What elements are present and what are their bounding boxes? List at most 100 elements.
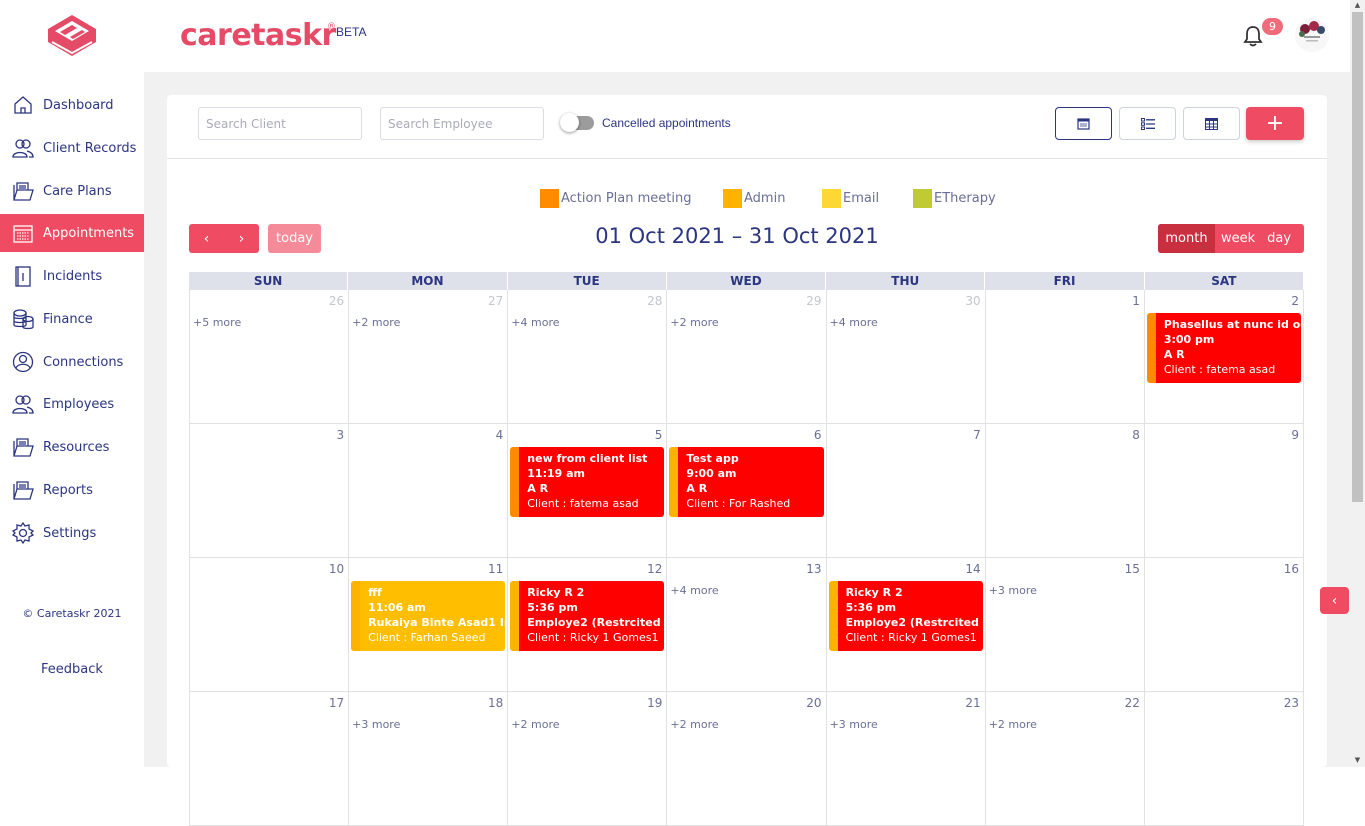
day-number[interactable]: 9 [1291, 428, 1299, 442]
day-number[interactable]: 12 [647, 562, 662, 576]
search-client-input[interactable] [198, 107, 362, 140]
calendar-day-cell[interactable]: 1 [984, 290, 1144, 423]
day-number[interactable]: 29 [806, 294, 821, 308]
more-events-link[interactable]: +2 more [670, 316, 718, 329]
caretaskr-logo-icon[interactable] [44, 12, 100, 60]
grid-view-button[interactable] [1183, 107, 1240, 140]
calendar-day-cell[interactable]: 4 [348, 424, 507, 557]
day-number[interactable]: 21 [965, 696, 980, 710]
calendar-day-cell[interactable]: 22 +2 more [984, 692, 1144, 825]
day-number[interactable]: 27 [488, 294, 503, 308]
day-number[interactable]: 1 [1132, 294, 1140, 308]
calendar-day-cell[interactable]: 17 [189, 692, 348, 825]
day-number[interactable]: 14 [965, 562, 980, 576]
more-events-link[interactable]: +5 more [193, 316, 241, 329]
calendar-day-cell[interactable]: 19 +2 more [507, 692, 666, 825]
calendar-day-cell[interactable]: 6 Test app 9:00 am A R Client : For Rashed [666, 424, 825, 557]
appointment-event[interactable]: Test app 9:00 am A R Client : For Rashed [669, 447, 824, 517]
day-number[interactable]: 23 [1284, 696, 1299, 710]
scroll-up-arrow[interactable]: ▲ [1353, 1, 1362, 9]
notification-badge[interactable]: 9 [1262, 18, 1283, 35]
cancelled-appointments-toggle[interactable] [560, 113, 594, 132]
calendar-day-cell[interactable]: 16 [1143, 558, 1304, 691]
more-events-link[interactable]: +3 more [989, 584, 1037, 597]
day-number[interactable]: 18 [488, 696, 503, 710]
calendar-day-cell[interactable]: 7 [825, 424, 985, 557]
sidebar-item-connections[interactable]: Connections [0, 343, 144, 381]
calendar-view-button[interactable] [1055, 107, 1112, 140]
calendar-day-cell[interactable]: 18 +3 more [348, 692, 507, 825]
more-events-link[interactable]: +3 more [830, 718, 878, 731]
calendar-day-cell[interactable]: 2 Phasellus at nunc id odio 3:00 pm A R Clie… [1143, 290, 1304, 423]
sidebar-item-client-records[interactable]: Client Records [0, 129, 144, 167]
calendar-day-cell[interactable]: 27 +2 more [348, 290, 507, 423]
sidebar-item-dashboard[interactable]: Dashboard [0, 86, 144, 124]
day-number[interactable]: 15 [1125, 562, 1140, 576]
calendar-day-cell[interactable]: 21 +3 more [825, 692, 985, 825]
calendar-day-cell[interactable]: 10 [189, 558, 348, 691]
day-number[interactable]: 3 [337, 428, 345, 442]
scroll-thumb[interactable] [1352, 12, 1363, 502]
appointment-event[interactable]: Ricky R 2 5:36 pm Employe2 (Restrcited use… [828, 581, 983, 651]
calendar-day-cell[interactable]: 30 +4 more [825, 290, 985, 423]
day-number[interactable]: 2 [1291, 294, 1299, 308]
appointment-event[interactable]: new from client list 11:19 am A R Client : … [510, 447, 665, 517]
calendar-day-cell[interactable]: 5 new from client list 11:19 am A R Client :… [507, 424, 666, 557]
appointment-event[interactable]: Ricky R 2 5:36 pm Employe2 (Restrcited use… [510, 581, 665, 651]
sidebar-item-appointments[interactable]: Appointments [0, 214, 144, 252]
calendar-day-cell[interactable]: 11 fff 11:06 am Rukaiya Binte Asad1 Impl Cli… [348, 558, 507, 691]
more-events-link[interactable]: +2 more [511, 718, 559, 731]
day-number[interactable]: 28 [647, 294, 662, 308]
day-number[interactable]: 6 [814, 428, 822, 442]
day-number[interactable]: 16 [1284, 562, 1299, 576]
sidebar-item-care-plans[interactable]: Care Plans [0, 172, 144, 210]
more-events-link[interactable]: +4 more [830, 316, 878, 329]
sidebar-item-settings[interactable]: Settings [0, 514, 144, 552]
day-number[interactable]: 22 [1125, 696, 1140, 710]
day-number[interactable]: 19 [647, 696, 662, 710]
more-events-link[interactable]: +2 more [352, 316, 400, 329]
more-events-link[interactable]: +3 more [352, 718, 400, 731]
avatar[interactable] [1295, 18, 1329, 52]
sidebar-item-incidents[interactable]: Incidents [0, 257, 144, 295]
week-view-button[interactable]: week [1215, 224, 1261, 253]
sidebar-item-employees[interactable]: Employees [0, 385, 144, 423]
add-appointment-button[interactable]: + [1246, 107, 1304, 140]
calendar-day-cell[interactable]: 29 +2 more [666, 290, 825, 423]
sidebar-item-reports[interactable]: Reports [0, 471, 144, 509]
list-view-button[interactable] [1119, 107, 1176, 140]
calendar-day-cell[interactable]: 8 [984, 424, 1144, 557]
calendar-day-cell[interactable]: 12 Ricky R 2 5:36 pm Employe2 (Restrcited u… [507, 558, 666, 691]
appointment-event[interactable]: fff 11:06 am Rukaiya Binte Asad1 Impl Clien… [351, 581, 506, 651]
day-number[interactable]: 20 [806, 696, 821, 710]
calendar-day-cell[interactable]: 28 +4 more [507, 290, 666, 423]
day-number[interactable]: 4 [496, 428, 504, 442]
calendar-day-cell[interactable]: 26 +5 more [189, 290, 348, 423]
day-number[interactable]: 10 [329, 562, 344, 576]
calendar-day-cell[interactable]: 23 [1143, 692, 1304, 825]
month-view-button[interactable]: month [1158, 224, 1215, 253]
more-events-link[interactable]: +4 more [511, 316, 559, 329]
calendar-day-cell[interactable]: 20 +2 more [666, 692, 825, 825]
bell-icon[interactable] [1243, 25, 1263, 47]
sidebar-item-finance[interactable]: Finance [0, 300, 144, 338]
collapse-panel-button[interactable]: ‹ [1320, 587, 1349, 614]
day-number[interactable]: 7 [973, 428, 981, 442]
day-number[interactable]: 17 [329, 696, 344, 710]
calendar-day-cell[interactable]: 3 [189, 424, 348, 557]
more-events-link[interactable]: +2 more [989, 718, 1037, 731]
search-employee-input[interactable] [380, 107, 544, 140]
more-events-link[interactable]: +4 more [670, 584, 718, 597]
day-number[interactable]: 8 [1132, 428, 1140, 442]
day-view-button[interactable]: day [1261, 224, 1297, 253]
calendar-day-cell[interactable]: 9 [1143, 424, 1304, 557]
day-number[interactable]: 26 [329, 294, 344, 308]
sidebar-item-resources[interactable]: Resources [0, 428, 144, 466]
calendar-day-cell[interactable]: 14 Ricky R 2 5:36 pm Employe2 (Restrcited u… [825, 558, 985, 691]
page-scrollbar[interactable]: ▲ ▼ [1350, 0, 1365, 767]
day-number[interactable]: 11 [488, 562, 503, 576]
scroll-down-arrow[interactable]: ▼ [1353, 756, 1362, 764]
more-events-link[interactable]: +2 more [670, 718, 718, 731]
appointment-event[interactable]: Phasellus at nunc id odio 3:00 pm A R Clien… [1146, 313, 1301, 383]
day-number[interactable]: 13 [806, 562, 821, 576]
